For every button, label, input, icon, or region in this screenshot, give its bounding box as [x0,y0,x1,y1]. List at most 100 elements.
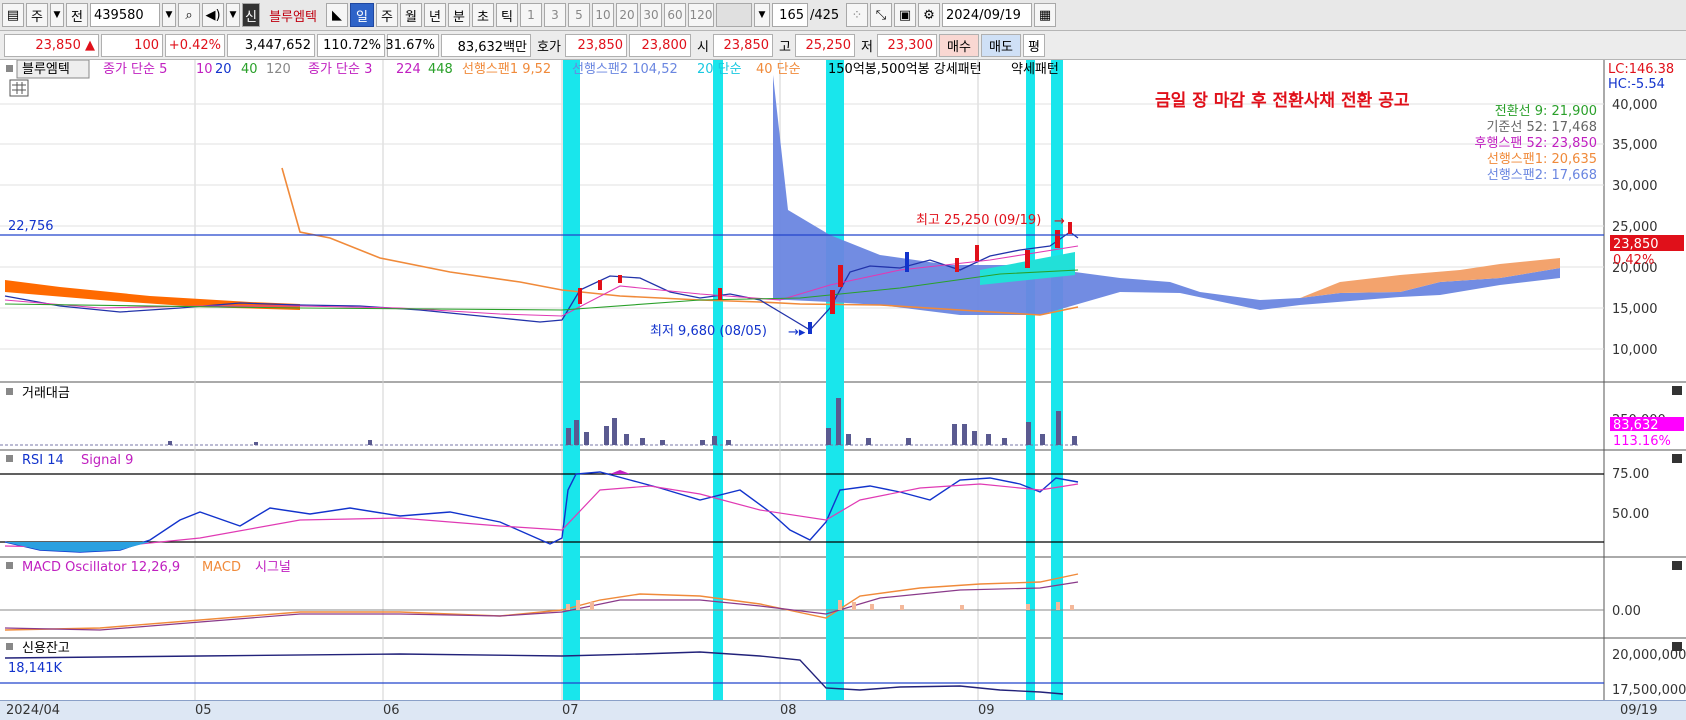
interval-3[interactable]: 3 [544,3,566,27]
credit-tick: 17,500,000 [1612,683,1686,698]
panel-square-icon [6,388,13,395]
period-tick[interactable]: 틱 [496,3,518,27]
current-price-tag-text: 23,850 [1613,237,1659,252]
interval-60[interactable]: 60 [664,3,686,27]
period-second[interactable]: 초 [472,3,494,27]
senkou2-label: 선행스팬2: 17,668 [1487,167,1597,183]
flag-icon[interactable]: ◣ [326,3,348,27]
eval-button[interactable]: 평 [1023,33,1045,57]
new-listing-badge: 신 [242,3,260,27]
macd-line-label: MACD [202,560,241,575]
search-icon[interactable]: ⌕ [178,3,200,27]
low-arrow-icon: →▸ [788,325,806,340]
arrows-icon[interactable]: ⤡ [870,3,892,27]
prev-button[interactable]: 전 [66,3,88,27]
x-tick: 05 [195,703,212,718]
legend-ma1-40: 40 [241,62,258,77]
panel-square-icon [6,65,13,72]
count-input[interactable]: 165 [772,3,808,27]
period-year[interactable]: 년 [424,3,446,27]
period-day[interactable]: 일 [350,3,374,27]
x-tick: 07 [562,703,579,718]
high-annotation: 최고 25,250 (09/19) [916,213,1041,228]
lc-label: LC:146.38 [1608,62,1674,77]
buy-button[interactable]: 매수 [939,33,979,57]
interval-1[interactable]: 1 [520,3,542,27]
gear-icon[interactable]: ⚙ [918,3,940,27]
toolbar: ▤ 주 ▼ 전 439580 ▼ ⌕ ◀) ▼ 신 블루엠텍 ◣ 일 주 월 년… [0,0,1686,31]
panel-square-icon [6,562,13,569]
x-tick-last: 09/19 [1620,703,1658,718]
count-total: /425 [810,7,840,23]
open-label: 시 [697,39,709,55]
period-week[interactable]: 주 [376,3,398,27]
interval-20[interactable]: 20 [616,3,638,27]
date-input[interactable]: 2024/09/19 [942,3,1032,27]
low-price: 23,300 [877,33,937,57]
legend-ma1-20: 20 [215,62,232,77]
reference-line-label: 22,756 [8,219,54,234]
interval-120[interactable]: 120 [688,3,714,27]
price-change-pct: +0.42% [165,33,225,57]
link-icon[interactable]: ⁘ [846,3,868,27]
open-price: 23,850 [713,33,773,57]
hoga-label: 호가 [537,39,561,55]
stock-name: 블루엠텍 [269,9,317,25]
unit-dropdown-icon[interactable]: ▼ [50,3,64,27]
bid-price: 23,800 [629,33,691,57]
legend-ma1-120: 120 [266,62,291,77]
price-change: 100 [101,33,163,57]
high-price: 25,250 [795,33,855,57]
speaker-dropdown-icon[interactable]: ▼ [226,3,240,27]
price-tick: 10,000 [1612,343,1658,358]
x-tick: 09 [978,703,995,718]
legend-ma2: 종가 단순 3 [308,62,372,77]
x-tick: 2024/04 [6,703,61,718]
quote-bar: 23,850 ▲ 100 +0.42% 3,447,652 110.72% 31… [0,31,1686,60]
price-tick: 40,000 [1612,98,1658,113]
legend-weak: 약세패턴 [1011,62,1059,77]
kijun-label: 기준선 52: 17,468 [1486,120,1597,135]
legend-ma1: 종가 단순 5 [103,62,167,77]
high-label: 고 [779,39,791,55]
speaker-icon[interactable]: ◀) [202,3,224,27]
chart-area[interactable]: 22,756 블루엠텍 종가 단순 5 10 20 40 120 종가 단순 3… [0,59,1686,700]
hc-label: HC:-5.54 [1608,77,1665,92]
legend-span2: 선행스팬2 104,52 [572,61,678,77]
rsi-tick: 75.00 [1612,467,1649,482]
credit-title: 신용잔고 [22,641,70,656]
panel-square-icon [6,643,13,650]
notice-annotation: 금일 장 마감 후 전환사채 전환 공고 [1155,90,1410,111]
period-month[interactable]: 월 [400,3,422,27]
code-input[interactable]: 439580 [90,3,160,27]
senkou1-label: 선행스팬1: 20,635 [1487,151,1597,167]
unit-select[interactable]: 주 [26,3,48,27]
low-annotation: 최저 9,680 (08/05) [650,324,767,339]
volume-panel-title: 거래대금 [22,386,70,401]
volume-value: 3,447,652 [227,33,315,57]
sell-button[interactable]: 매도 [981,33,1021,57]
interval-10[interactable]: 10 [592,3,614,27]
ask-price: 23,850 [565,33,627,57]
credit-value: 18,141K [8,661,62,676]
calendar-icon[interactable]: ▦ [1034,3,1056,27]
volume-tag-text: 83,632 [1613,418,1659,433]
legend-s20: 20 단순 [697,62,742,77]
save-icon[interactable]: ▣ [894,3,916,27]
interval-30[interactable]: 30 [640,3,662,27]
interval-custom[interactable] [716,3,752,27]
chikou-label: 후행스팬 52: 23,850 [1474,135,1597,151]
legend-span1: 선행스팬1 9,52 [462,61,551,77]
layout-icon[interactable]: ▤ [2,3,24,27]
interval-5[interactable]: 5 [568,3,590,27]
rsi-title: RSI 14 [22,453,64,468]
interval-dropdown-icon[interactable]: ▼ [754,3,770,27]
legend-s40: 40 단순 [756,62,801,77]
grid-toggle-icon[interactable] [9,79,29,97]
legend-ma2-224: 224 [396,62,421,77]
macd-signal-label: 시그널 [255,560,291,575]
period-minute[interactable]: 분 [448,3,470,27]
code-dropdown-icon[interactable]: ▼ [162,3,176,27]
high-arrow-icon: → [1054,214,1065,229]
macd-title: MACD Oscillator 12,26,9 [22,560,180,575]
